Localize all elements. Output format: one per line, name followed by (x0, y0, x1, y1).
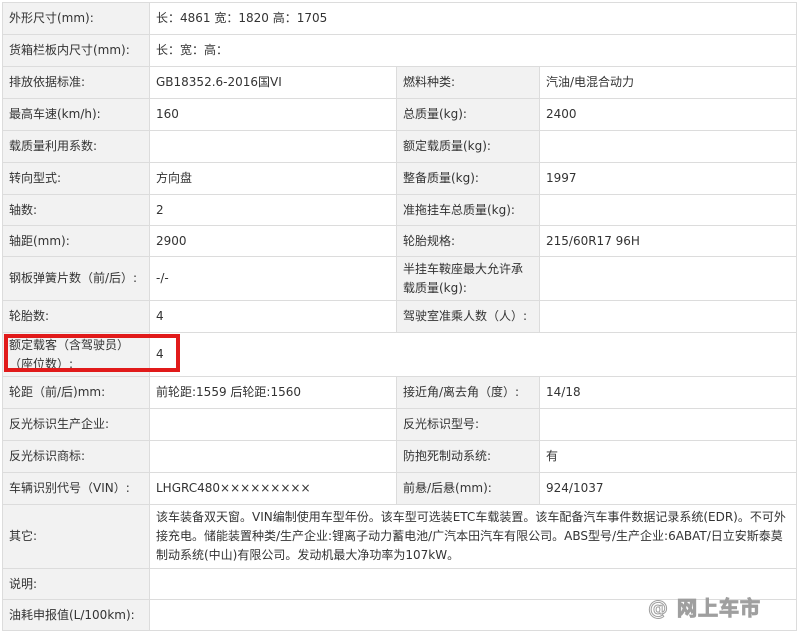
spec-value (538, 130, 798, 163)
spec-label: 总质量(kg): (396, 98, 540, 131)
spec-row-dimensions: 外形尺寸(mm): 长：4861 宽：1820 高：1705 (2, 2, 798, 35)
spec-label: 载质量利用系数: (2, 130, 150, 163)
spec-row-load-factor: 载质量利用系数: 额定载质量(kg): (2, 130, 798, 163)
spec-value (538, 300, 798, 333)
spec-row-track: 轮距（前/后)mm: 前轮距:1559 后轮距:1560 接近角/离去角（度）:… (2, 376, 798, 409)
spec-label: 货箱栏板内尺寸(mm): (2, 34, 150, 67)
spec-value: 924/1037 (538, 472, 798, 505)
spec-label: 半挂车鞍座最大允许承载质量(kg): (396, 256, 540, 301)
spec-row-emission: 排放依据标准: GB18352.6-2016国VI 燃料种类: 汽油/电混合动力 (2, 66, 798, 99)
spec-value: 汽油/电混合动力 (538, 66, 798, 99)
spec-label: 油耗申报值(L/100km): (2, 599, 150, 631)
spec-label: 整备质量(kg): (396, 162, 540, 195)
spec-row-vin: 车辆识别代号（VIN）: LHGRC480××××××××× 前悬/后悬(mm)… (2, 472, 798, 505)
spec-value: 有 (538, 440, 798, 473)
spec-value: 方向盘 (149, 162, 397, 195)
spec-value: 2900 (149, 225, 397, 257)
spec-label: 轮胎规格: (396, 225, 540, 257)
spec-label: 外形尺寸(mm): (2, 2, 150, 35)
spec-label: 接近角/离去角（度）: (396, 376, 540, 409)
spec-label: 准拖挂车总质量(kg): (396, 194, 540, 226)
spec-row-reflective-maker: 反光标识生产企业: 反光标识型号: (2, 408, 798, 441)
spec-row-steering: 转向型式: 方向盘 整备质量(kg): 1997 (2, 162, 798, 195)
spec-value: 长：宽：高： (148, 34, 798, 67)
spec-label: 额定载质量(kg): (396, 130, 540, 163)
spec-value: 前轮距:1559 后轮距:1560 (149, 376, 397, 409)
spec-label: 转向型式: (2, 162, 150, 195)
vehicle-spec-table: 外形尺寸(mm): 长：4861 宽：1820 高：1705 货箱栏板内尺寸(m… (2, 2, 798, 631)
spec-label: 车辆识别代号（VIN）: (2, 472, 150, 505)
spec-value (538, 256, 798, 301)
spec-value: 215/60R17 96H (538, 225, 798, 257)
spec-label: 燃料种类: (396, 66, 540, 99)
spec-row-max-speed: 最高车速(km/h): 160 总质量(kg): 2400 (2, 98, 798, 131)
spec-value (149, 440, 397, 473)
spec-row-wheelbase: 轴距(mm): 2900 轮胎规格: 215/60R17 96H (2, 225, 798, 257)
spec-value: 该车装备双天窗。VIN编制使用车型年份。该车型可选装ETC车载装置。该车配备汽车… (148, 504, 798, 569)
spec-value (149, 130, 397, 163)
spec-label: 防抱死制动系统: (396, 440, 540, 473)
spec-label: 轴数: (2, 194, 150, 226)
spec-label: 钢板弹簧片数（前/后）: (2, 256, 150, 301)
spec-label: 轮胎数: (2, 300, 150, 333)
spec-value: 4 (148, 332, 798, 377)
spec-label: 前悬/后悬(mm): (396, 472, 540, 505)
spec-label: 反光标识商标: (2, 440, 150, 473)
spec-row-tires: 轮胎数: 4 驾驶室准乘人数（人）: (2, 300, 798, 333)
spec-row-reflective-brand: 反光标识商标: 防抱死制动系统: 有 (2, 440, 798, 473)
spec-row-other: 其它: 该车装备双天窗。VIN编制使用车型年份。该车型可选装ETC车载装置。该车… (2, 504, 798, 569)
watermark-logo: @ 网上车市 (648, 596, 761, 621)
spec-row-seats: 额定载客（含驾驶员）（座位数）: 4 (2, 332, 798, 377)
spec-value: 长：4861 宽：1820 高：1705 (148, 2, 798, 35)
spec-value: 4 (149, 300, 397, 333)
spec-label: 轴距(mm): (2, 225, 150, 257)
spec-label: 最高车速(km/h): (2, 98, 150, 131)
spec-label: 额定载客（含驾驶员）（座位数）: (2, 332, 150, 377)
spec-value: GB18352.6-2016国VI (149, 66, 397, 99)
spec-label: 轮距（前/后)mm: (2, 376, 150, 409)
spec-row-axles: 轴数: 2 准拖挂车总质量(kg): (2, 194, 798, 226)
spec-label: 说明: (2, 568, 150, 600)
spec-value: 1997 (538, 162, 798, 195)
spec-row-leaf-springs: 钢板弹簧片数（前/后）: -/- 半挂车鞍座最大允许承载质量(kg): (2, 256, 798, 301)
spec-label: 反光标识生产企业: (2, 408, 150, 441)
spec-value (149, 408, 397, 441)
spec-value (538, 408, 798, 441)
spec-row-cargo-box: 货箱栏板内尺寸(mm): 长：宽：高： (2, 34, 798, 67)
spec-value: LHGRC480××××××××× (149, 472, 397, 505)
spec-label: 排放依据标准: (2, 66, 150, 99)
spec-value: -/- (149, 256, 397, 301)
spec-value (538, 194, 798, 226)
spec-value: 160 (149, 98, 397, 131)
spec-value: 2400 (538, 98, 798, 131)
spec-value: 2 (149, 194, 397, 226)
spec-label: 反光标识型号: (396, 408, 540, 441)
spec-label: 其它: (2, 504, 150, 569)
spec-value: 14/18 (538, 376, 798, 409)
spec-label: 驾驶室准乘人数（人）: (396, 300, 540, 333)
